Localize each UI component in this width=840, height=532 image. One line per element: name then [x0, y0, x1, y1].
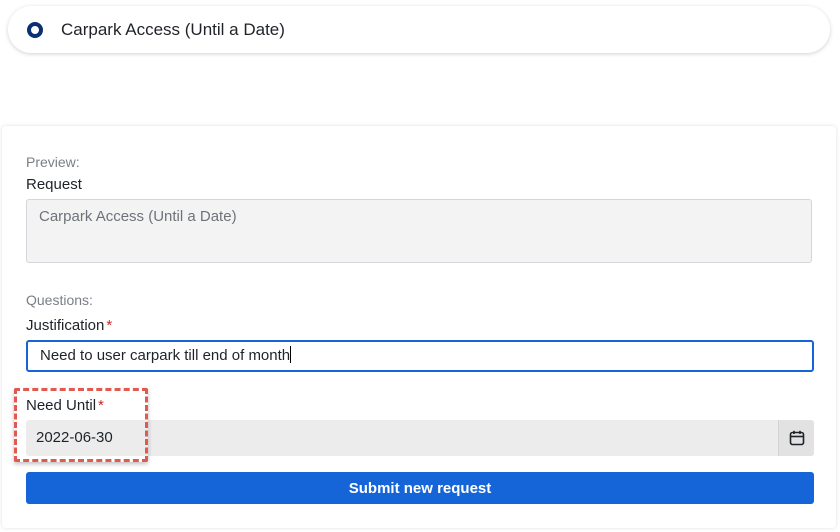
radio-selected-icon[interactable]: [27, 22, 43, 38]
text-caret: [290, 346, 292, 363]
request-preview-value: Carpark Access (Until a Date): [39, 208, 237, 225]
request-label: Request: [26, 176, 82, 193]
justification-input[interactable]: Need to user carpark till end of month: [26, 340, 814, 372]
justification-label: Justification *: [26, 317, 112, 334]
justification-label-text: Justification: [26, 317, 105, 334]
request-form: Preview: Request Carpark Access (Until a…: [2, 126, 836, 528]
request-type-option[interactable]: Carpark Access (Until a Date): [8, 6, 830, 53]
need-until-date-field[interactable]: 2022-06-30: [26, 420, 814, 456]
questions-heading: Questions:: [26, 292, 93, 308]
submit-request-button[interactable]: Submit new request: [26, 472, 814, 504]
need-until-label-text: Need Until: [26, 397, 97, 414]
need-until-value: 2022-06-30: [36, 429, 113, 446]
required-marker: *: [98, 397, 104, 414]
justification-value: Need to user carpark till end of month: [40, 347, 291, 364]
preview-heading: Preview:: [26, 154, 80, 170]
calendar-icon: [789, 430, 804, 446]
request-type-title: Carpark Access (Until a Date): [61, 20, 285, 39]
required-marker: *: [106, 317, 113, 334]
date-picker-button[interactable]: [778, 420, 814, 456]
request-preview-field: Carpark Access (Until a Date): [26, 199, 812, 263]
need-until-label: Need Until *: [26, 397, 104, 414]
